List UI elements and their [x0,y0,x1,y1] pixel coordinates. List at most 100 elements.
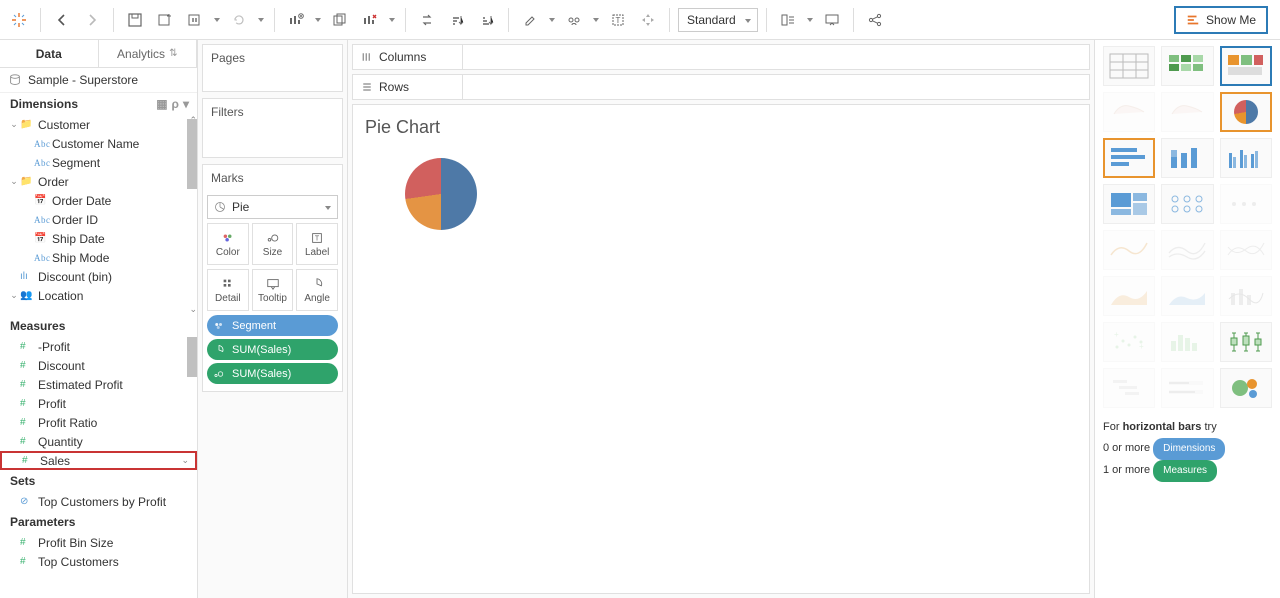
tab-analytics[interactable]: Analytics⇅ [99,40,198,67]
presentation-button[interactable] [819,7,845,33]
marks-color-button[interactable]: Color [207,223,249,265]
sm-histogram[interactable] [1161,322,1213,362]
sm-heatmap[interactable] [1161,46,1213,86]
dropdown-icon[interactable] [547,7,557,33]
field-ship-date[interactable]: 📅Ship Date [0,229,197,248]
sm-dual-line[interactable] [1220,230,1272,270]
sm-horizontal-bar[interactable] [1103,138,1155,178]
field-profit-ratio[interactable]: Profit Ratio [0,413,197,432]
sm-area-continuous[interactable] [1103,276,1155,316]
tab-data[interactable]: Data [0,40,99,67]
param-top-customers[interactable]: Top Customers [0,552,197,571]
new-datasource-button[interactable] [152,7,178,33]
sort-desc-button[interactable] [474,7,500,33]
marks-label-button[interactable]: TLabel [296,223,338,265]
show-me-label: Show Me [1206,13,1256,27]
sm-line-continuous[interactable] [1103,230,1155,270]
sort-asc-button[interactable] [444,7,470,33]
pause-auto-updates-button[interactable] [182,7,208,33]
field-quantity[interactable]: Quantity [0,432,197,451]
param-profit-bin-size[interactable]: Profit Bin Size [0,533,197,552]
field-order-id[interactable]: AbcOrder ID [0,210,197,229]
datasource-row[interactable]: Sample - Superstore [0,68,197,93]
sm-pie[interactable] [1220,92,1272,132]
sm-dual-combo[interactable] [1220,276,1272,316]
rows-shelf[interactable]: Rows [352,74,1090,100]
pill-sum-sales-size[interactable]: SUM(Sales) [207,363,338,384]
sm-gantt[interactable] [1103,368,1155,408]
dimensions-tree: ⌄📁Customer AbcCustomer Name AbcSegment ⌄… [0,115,197,315]
data-pane: Data Analytics⇅ Sample - Superstore Dime… [0,40,198,598]
folder-location[interactable]: ⌄👥Location [0,286,197,305]
field-customer-name[interactable]: AbcCustomer Name [0,134,197,153]
clear-sheet-button[interactable] [357,7,383,33]
pill-sum-sales-angle[interactable]: SUM(Sales) [207,339,338,360]
dropdown-icon[interactable] [256,7,266,33]
sm-scatter[interactable]: ++ [1103,322,1155,362]
field-estimated-profit[interactable]: Estimated Profit [0,375,197,394]
color-icon [211,318,227,334]
pages-shelf[interactable]: Pages [202,44,343,92]
field-ship-mode[interactable]: AbcShip Mode [0,248,197,267]
viz-title[interactable]: Pie Chart [365,117,1077,138]
field-sales[interactable]: Sales⌄ [0,451,197,470]
sm-packed-bubbles[interactable] [1220,368,1272,408]
sm-side-by-side-bar[interactable] [1220,138,1272,178]
sm-side-circles[interactable] [1220,184,1272,224]
set-top-customers-by-profit[interactable]: ⊘Top Customers by Profit [0,492,197,511]
view-grid-icon[interactable]: ▦ [156,97,167,111]
sm-highlight-table[interactable] [1220,46,1272,86]
refresh-button[interactable] [226,7,252,33]
new-worksheet-button[interactable] [283,7,309,33]
search-icon[interactable]: ρ [172,97,179,111]
dropdown-icon[interactable] [805,7,815,33]
swap-button[interactable] [414,7,440,33]
dropdown-icon[interactable] [591,7,601,33]
show-me-button[interactable]: Show Me [1174,6,1268,34]
folder-order[interactable]: ⌄📁Order [0,172,197,191]
field-discount-bin[interactable]: ılıDiscount (bin) [0,267,197,286]
duplicate-sheet-button[interactable] [327,7,353,33]
back-button[interactable] [49,7,75,33]
mark-type-select[interactable]: Pie [207,195,338,219]
sm-box-plot[interactable] [1220,322,1272,362]
dropdown-icon[interactable] [387,7,397,33]
highlight-button[interactable] [517,7,543,33]
menu-icon[interactable]: ▾ [183,97,189,111]
sm-circle-views[interactable] [1161,184,1213,224]
save-button[interactable] [122,7,148,33]
filters-shelf[interactable]: Filters [202,98,343,158]
params-tree: Profit Bin Size Top Customers [0,533,197,571]
dropdown-icon[interactable] [313,7,323,33]
sm-treemap[interactable] [1103,184,1155,224]
show-labels-button[interactable]: T [605,7,631,33]
group-button[interactable] [561,7,587,33]
sm-line-discrete[interactable] [1161,230,1213,270]
datasource-icon [8,73,22,87]
sm-stacked-bar[interactable] [1161,138,1213,178]
sm-text-table[interactable] [1103,46,1155,86]
folder-customer[interactable]: ⌄📁Customer [0,115,197,134]
marks-size-button[interactable]: Size [252,223,294,265]
marks-angle-button[interactable]: Angle [296,269,338,311]
sm-area-discrete[interactable] [1161,276,1213,316]
show-cards-button[interactable] [775,7,801,33]
fit-select[interactable]: Standard [678,8,758,32]
field-segment[interactable]: AbcSegment [0,153,197,172]
field-discount[interactable]: Discount [0,356,197,375]
share-button[interactable] [862,7,888,33]
field-neg-profit[interactable]: -Profit [0,337,197,356]
marks-tooltip-button[interactable]: Tooltip [252,269,294,311]
field-order-date[interactable]: 📅Order Date [0,191,197,210]
sm-bullet[interactable] [1161,368,1213,408]
fix-axes-button[interactable] [635,7,661,33]
sm-filled-map[interactable] [1161,92,1213,132]
marks-detail-button[interactable]: Detail [207,269,249,311]
pie-chart[interactable] [405,158,477,230]
columns-shelf[interactable]: Columns [352,44,1090,70]
sm-symbol-map[interactable] [1103,92,1155,132]
forward-button[interactable] [79,7,105,33]
dropdown-icon[interactable] [212,7,222,33]
field-profit[interactable]: Profit [0,394,197,413]
pill-segment[interactable]: Segment [207,315,338,336]
